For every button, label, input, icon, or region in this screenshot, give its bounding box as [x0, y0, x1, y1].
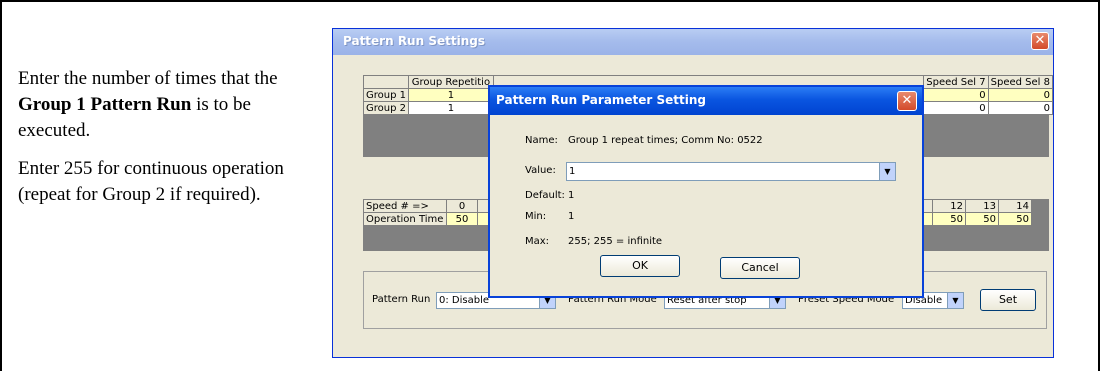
instruction-text: Enter the number of times that the Group… — [18, 66, 318, 220]
table-header-cell: 13 — [965, 199, 999, 213]
instruction-paragraph-2: Enter 255 for continuous operation (repe… — [18, 158, 284, 205]
min-label: Min: — [525, 211, 547, 222]
name-value: Group 1 repeat times; Comm No: 0522 — [568, 135, 763, 146]
value-current: 1 — [569, 166, 576, 177]
default-label: Default: — [525, 190, 565, 201]
table-header-cell — [363, 75, 409, 89]
dialog-title: Pattern Run Parameter Setting — [496, 93, 707, 107]
cancel-button[interactable]: Cancel — [720, 257, 800, 279]
table-header-cell: 12 — [932, 199, 966, 213]
table-cell[interactable]: 50 — [932, 212, 966, 226]
set-button[interactable]: Set — [980, 289, 1036, 311]
table-cell[interactable]: 50 — [446, 212, 478, 226]
dialog-close-icon[interactable]: ✕ — [897, 91, 917, 111]
max-value: 255; 255 = infinite — [568, 236, 663, 247]
group2-sel7-cell[interactable]: 0 — [923, 101, 989, 115]
table-header-cell: 0 — [446, 199, 478, 213]
table-cell[interactable]: 50 — [965, 212, 999, 226]
table-header-cell: Speed Sel 8 — [987, 75, 1054, 89]
group2-repeat-cell[interactable]: 1 — [408, 101, 494, 115]
name-label: Name: — [525, 135, 558, 146]
window-titlebar: Pattern Run Settings ✕ — [333, 29, 1053, 55]
max-label: Max: — [525, 236, 550, 247]
group1-sel8-cell[interactable]: 0 — [987, 88, 1054, 102]
chevron-down-icon[interactable]: ▼ — [947, 293, 963, 308]
row-label: Speed # => — [363, 199, 447, 213]
instruction-p1-bold: Group 1 Pattern Run — [18, 94, 192, 115]
row-label: Operation Time — [363, 212, 447, 226]
group1-repeat-cell[interactable]: 1 — [408, 88, 494, 102]
pattern-run-value: 0: Disable — [439, 295, 490, 306]
pattern-run-parameter-dialog: Pattern Run Parameter Setting ✕ Name: Gr… — [488, 85, 924, 298]
instruction-p1-before: Enter the number of times that the — [18, 68, 278, 89]
row-label: Group 1 — [363, 88, 409, 102]
table-header-cell: Group Repetitio — [408, 75, 494, 89]
group2-sel8-cell[interactable]: 0 — [987, 101, 1054, 115]
table-cell[interactable]: 50 — [998, 212, 1032, 226]
row-label: Group 2 — [363, 101, 409, 115]
instruction-paragraph-1: Enter the number of times that the Group… — [18, 66, 318, 144]
group1-sel7-cell[interactable]: 0 — [923, 88, 989, 102]
window-title: Pattern Run Settings — [343, 34, 485, 48]
value-select[interactable]: 1 ▼ — [566, 162, 896, 181]
chevron-down-icon[interactable]: ▼ — [879, 163, 895, 180]
default-value: 1 — [568, 190, 575, 201]
table-header-cell: Speed Sel 7 — [923, 75, 989, 89]
dialog-titlebar: Pattern Run Parameter Setting ✕ — [490, 87, 922, 115]
value-label: Value: — [525, 165, 556, 176]
pattern-run-label: Pattern Run — [372, 294, 431, 305]
ok-button[interactable]: OK — [600, 255, 680, 277]
table-header-cell: 14 — [998, 199, 1032, 213]
window-close-icon[interactable]: ✕ — [1031, 32, 1049, 50]
min-value: 1 — [568, 211, 575, 222]
